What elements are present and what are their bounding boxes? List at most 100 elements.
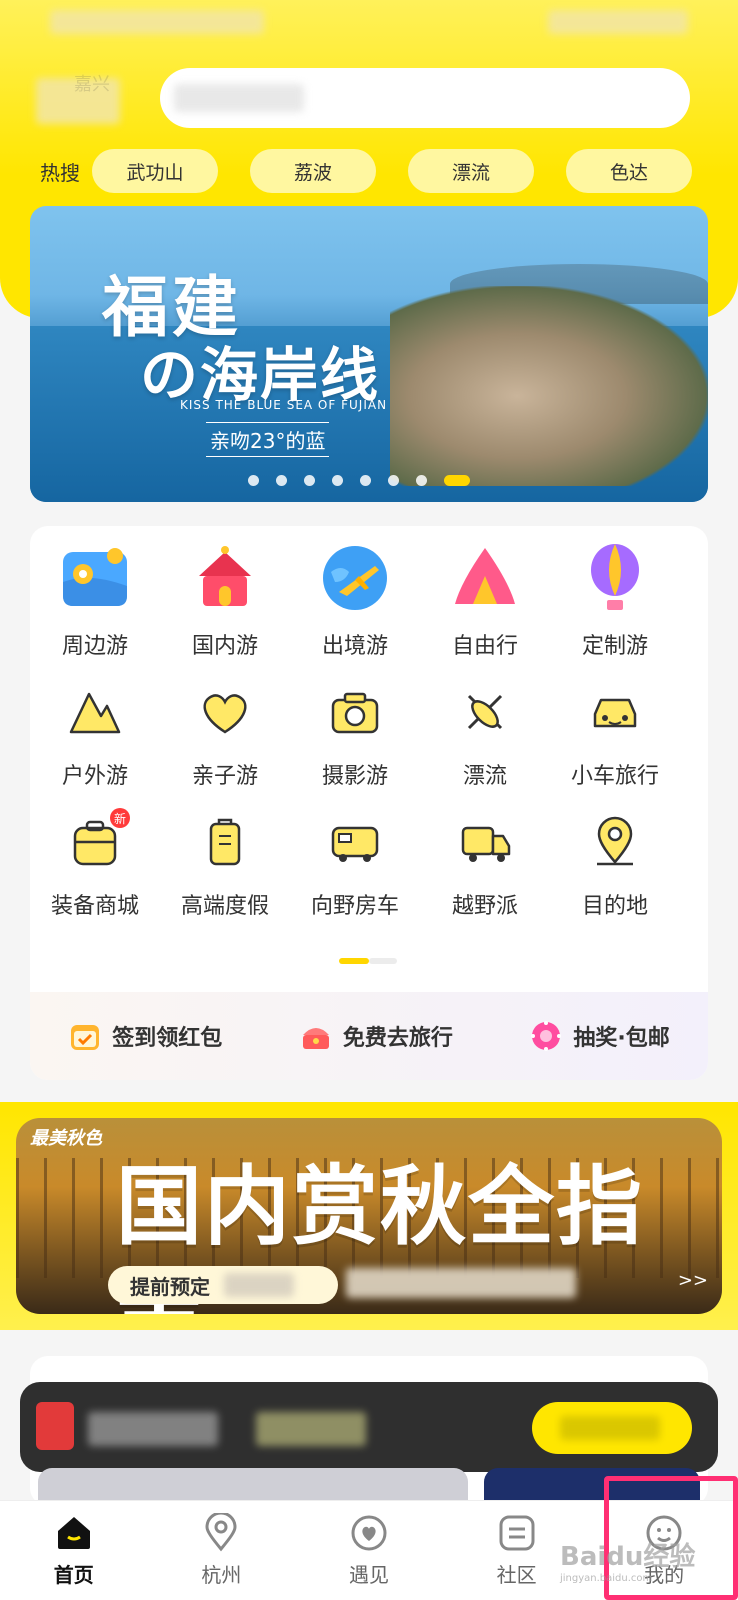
autumn-tag: 最美秋色 bbox=[30, 1128, 102, 1149]
pagination-dot bbox=[388, 475, 399, 486]
category-label: 越野派 bbox=[451, 894, 518, 919]
globe-plane-icon bbox=[319, 542, 391, 614]
content-thumbnails bbox=[38, 1468, 700, 1508]
gift-icon bbox=[36, 1402, 74, 1450]
tab-label: 遇见 bbox=[348, 1563, 389, 1587]
category-item[interactable]: 新 装备商城 bbox=[30, 802, 160, 932]
category-label: 户外游 bbox=[61, 764, 128, 789]
category-label: 高端度假 bbox=[180, 894, 269, 919]
hot-air-balloon-icon bbox=[579, 542, 651, 614]
category-item[interactable]: 小车旅行 bbox=[550, 672, 680, 802]
category-label: 自由行 bbox=[451, 634, 518, 659]
category-label: 目的地 bbox=[581, 894, 648, 919]
banner-island bbox=[390, 286, 708, 486]
category-pager bbox=[339, 958, 397, 964]
camera-icon bbox=[327, 684, 383, 740]
new-badge: 新 bbox=[110, 808, 130, 828]
category-label: 装备商城 bbox=[50, 894, 139, 919]
category-item[interactable]: 出境游 bbox=[290, 542, 420, 672]
category-label: 定制游 bbox=[581, 634, 648, 659]
notice-action-button[interactable] bbox=[532, 1402, 692, 1454]
category-label: 周边游 bbox=[61, 634, 128, 659]
hot-tag[interactable]: 武功山 bbox=[92, 149, 218, 193]
heart-circle-icon bbox=[351, 1515, 387, 1551]
map-pin-icon bbox=[59, 542, 131, 614]
location-icon bbox=[205, 1513, 237, 1552]
lottery-wheel-icon bbox=[531, 1021, 562, 1051]
kayak-icon bbox=[457, 684, 513, 740]
home-icon bbox=[57, 1517, 90, 1549]
category-item[interactable]: 自由行 bbox=[420, 542, 550, 672]
tent-icon bbox=[449, 542, 521, 614]
rv-icon bbox=[327, 814, 383, 870]
pager-active bbox=[339, 958, 369, 964]
location-selector[interactable]: 嘉兴 bbox=[36, 70, 126, 130]
tab-city[interactable]: 杭州 bbox=[148, 1501, 296, 1600]
pagination-dot bbox=[360, 475, 371, 486]
promo-label: 签到领红包 bbox=[112, 1026, 223, 1051]
tab-label: 杭州 bbox=[201, 1563, 242, 1587]
location-label: 嘉兴 bbox=[74, 74, 110, 95]
location-pin-icon bbox=[587, 814, 643, 870]
tab-home[interactable]: 首页 bbox=[0, 1501, 148, 1600]
mountain-icon bbox=[67, 684, 123, 740]
tab-meet[interactable]: 遇见 bbox=[295, 1501, 443, 1600]
banner-subtitle-en: KISS THE BLUE SEA OF FUJIAN bbox=[180, 398, 388, 412]
banner-pagination bbox=[248, 475, 487, 486]
watermark: Baidu经验 jingyan.baidu.com bbox=[560, 1542, 696, 1584]
category-grid: 周边游 国内游 出境游 自由行 定制游 户外游 亲子游 摄影游 漂流 小车旅行 … bbox=[30, 542, 708, 932]
category-item[interactable]: 漂流 bbox=[420, 672, 550, 802]
category-item[interactable]: 目的地 bbox=[550, 802, 680, 932]
pagination-dot bbox=[276, 475, 287, 486]
heart-icon bbox=[197, 684, 253, 740]
pagination-dot bbox=[248, 475, 259, 486]
promo-label: 抽奖·包邮 bbox=[573, 1026, 670, 1051]
palace-icon bbox=[189, 542, 261, 614]
category-label: 摄影游 bbox=[321, 764, 388, 789]
promo-checkin[interactable]: 签到领红包 bbox=[68, 1019, 222, 1053]
category-item[interactable]: 国内游 bbox=[160, 542, 290, 672]
notice-strip[interactable] bbox=[20, 1382, 718, 1472]
category-item[interactable]: 高端度假 bbox=[160, 802, 290, 932]
pagination-dot-active bbox=[444, 475, 470, 486]
category-item[interactable]: 亲子游 bbox=[160, 672, 290, 802]
category-item[interactable]: 定制游 bbox=[550, 542, 680, 672]
autumn-book-button[interactable]: 提前预定 bbox=[108, 1266, 338, 1304]
hero-banner[interactable]: 福建 の海岸线 KISS THE BLUE SEA OF FUJIAN 亲吻23… bbox=[30, 206, 708, 502]
category-item[interactable]: 周边游 bbox=[30, 542, 160, 672]
promo-free-trip[interactable]: 免费去旅行 bbox=[299, 1019, 453, 1053]
autumn-banner[interactable]: 最美秋色 国内赏秋全指南 提前预定 >> bbox=[16, 1118, 722, 1314]
hot-tag[interactable]: 漂流 bbox=[408, 149, 534, 193]
category-item[interactable]: 户外游 bbox=[30, 672, 160, 802]
hot-tag[interactable]: 荔波 bbox=[250, 149, 376, 193]
hot-search-row: 热搜 武功山 荔波 漂流 色达 bbox=[40, 148, 700, 194]
autumn-section: 最美秋色 国内赏秋全指南 提前预定 >> bbox=[0, 1102, 738, 1330]
promo-label: 免费去旅行 bbox=[342, 1026, 453, 1051]
category-item[interactable]: 向野房车 bbox=[290, 802, 420, 932]
pager-inactive bbox=[369, 958, 397, 964]
category-label: 向野房车 bbox=[310, 894, 399, 919]
autumn-book-label: 提前预定 bbox=[130, 1274, 210, 1299]
autumn-more-link[interactable]: >> bbox=[678, 1270, 708, 1291]
status-bar bbox=[50, 10, 688, 36]
truck-icon bbox=[457, 814, 513, 870]
banner-subtitle-cn: 亲吻23°的蓝 bbox=[206, 422, 330, 457]
tab-label: 首页 bbox=[53, 1563, 94, 1587]
category-item[interactable]: 摄影游 bbox=[290, 672, 420, 802]
community-icon bbox=[499, 1515, 535, 1551]
category-card: 周边游 国内游 出境游 自由行 定制游 户外游 亲子游 摄影游 漂流 小车旅行 … bbox=[30, 526, 708, 1080]
search-input[interactable] bbox=[160, 68, 690, 128]
category-item[interactable]: 越野派 bbox=[420, 802, 550, 932]
pagination-dot bbox=[304, 475, 315, 486]
category-label: 亲子游 bbox=[191, 764, 258, 789]
promo-lottery[interactable]: 抽奖·包邮 bbox=[529, 1019, 670, 1053]
car-icon bbox=[587, 684, 643, 740]
hot-tag[interactable]: 色达 bbox=[566, 149, 692, 193]
suitcase-icon bbox=[197, 814, 253, 870]
pagination-dot bbox=[332, 475, 343, 486]
category-label: 出境游 bbox=[321, 634, 388, 659]
category-label: 小车旅行 bbox=[570, 764, 659, 789]
category-label: 漂流 bbox=[462, 764, 507, 789]
category-label: 国内游 bbox=[191, 634, 258, 659]
treasure-box-icon bbox=[302, 1028, 329, 1049]
